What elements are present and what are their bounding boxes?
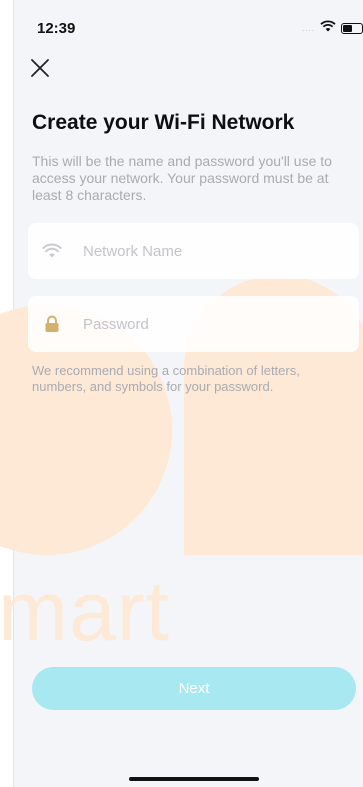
wifi-icon — [41, 240, 63, 262]
network-name-input[interactable] — [81, 241, 335, 261]
password-hint: We recommend using a combination of lett… — [32, 363, 300, 394]
status-icons: .... — [302, 19, 363, 37]
signal-dots: .... — [302, 23, 315, 33]
next-button[interactable]: Next — [32, 667, 356, 710]
page-title: Create your Wi-Fi Network — [32, 111, 295, 134]
watermark-text: mart — [0, 564, 170, 658]
page-description: This will be the name and password you'l… — [32, 153, 332, 203]
phone-screen: mart 12:39 .... Create your Wi-Fi Networ… — [0, 0, 363, 787]
password-field[interactable] — [28, 296, 359, 352]
status-time: 12:39 — [37, 20, 76, 37]
password-input[interactable] — [81, 314, 335, 334]
home-indicator — [129, 777, 259, 781]
network-name-field[interactable] — [28, 223, 359, 279]
lock-icon — [41, 313, 63, 335]
close-icon — [31, 59, 49, 77]
battery-icon — [341, 22, 363, 34]
close-button[interactable] — [29, 57, 51, 79]
status-wifi-icon — [320, 19, 336, 37]
